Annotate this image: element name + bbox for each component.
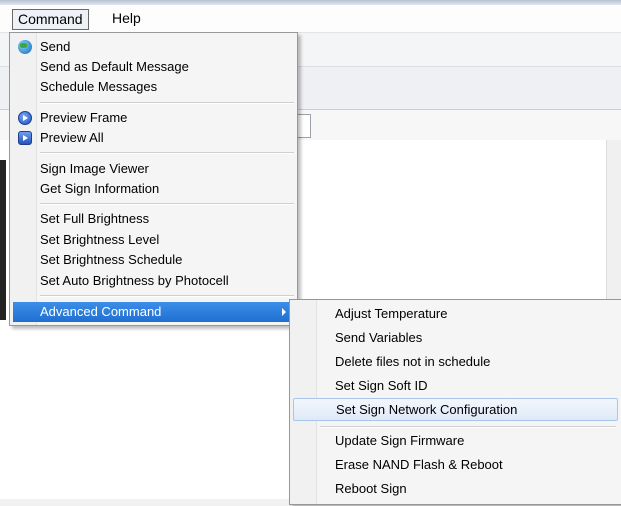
menu-item-preview-frame[interactable]: Preview Frame: [12, 108, 295, 128]
submenu-item-set-soft-id[interactable]: Set Sign Soft ID: [292, 375, 618, 397]
menu-separator: [40, 102, 294, 104]
menu-item-auto-brightness[interactable]: Set Auto Brightness by Photocell: [12, 271, 295, 291]
menubar: Command Help: [0, 6, 621, 33]
menu-item-label: Preview Frame: [40, 110, 128, 125]
menu-item-send[interactable]: Send: [12, 37, 295, 57]
menu-item-label: Send Variables: [335, 330, 423, 345]
menu-item-label: Set Auto Brightness by Photocell: [40, 273, 229, 288]
menu-item-label: Advanced Command: [40, 304, 162, 319]
advanced-command-submenu: Adjust Temperature Send Variables Delete…: [289, 299, 621, 505]
menu-item-label: Delete files not in schedule: [335, 354, 491, 369]
menu-item-label: Get Sign Information: [40, 181, 160, 196]
menu-item-send-default[interactable]: Send as Default Message: [12, 57, 295, 77]
left-panel-edge: [0, 160, 6, 320]
menu-item-label: Send as Default Message: [40, 59, 189, 74]
menu-item-label: Schedule Messages: [40, 79, 158, 94]
submenu-item-reboot-sign[interactable]: Reboot Sign: [292, 478, 618, 500]
submenu-arrow-icon: [282, 308, 286, 316]
menu-item-preview-all[interactable]: Preview All: [12, 128, 295, 148]
play-icon: [18, 111, 32, 125]
menu-item-label: Set Brightness Schedule: [40, 252, 183, 267]
menu-item-label: Adjust Temperature: [335, 306, 448, 321]
menu-item-label: Send: [40, 39, 71, 54]
menu-command[interactable]: Command: [12, 9, 89, 30]
menu-item-sign-image-viewer[interactable]: Sign Image Viewer: [12, 159, 295, 179]
menu-separator: [40, 295, 294, 297]
menu-item-label: Sign Image Viewer: [40, 161, 149, 176]
submenu-item-erase-nand[interactable]: Erase NAND Flash & Reboot: [292, 454, 618, 476]
menu-help[interactable]: Help: [107, 9, 146, 28]
menu-separator: [40, 152, 294, 154]
menu-item-label: Erase NAND Flash & Reboot: [335, 457, 503, 472]
menu-separator: [40, 203, 294, 205]
menu-item-label: Reboot Sign: [335, 481, 407, 496]
menu-item-label: Set Brightness Level: [40, 232, 160, 247]
menu-item-brightness-schedule[interactable]: Set Brightness Schedule: [12, 250, 295, 270]
menu-item-full-brightness[interactable]: Set Full Brightness: [12, 209, 295, 229]
submenu-item-network-config[interactable]: Set Sign Network Configuration: [293, 398, 618, 421]
menu-item-label: Update Sign Firmware: [335, 433, 465, 448]
menu-item-label: Set Sign Network Configuration: [336, 402, 518, 417]
submenu-item-delete-files[interactable]: Delete files not in schedule: [292, 351, 618, 373]
globe-icon: [18, 40, 32, 54]
submenu-item-send-variables[interactable]: Send Variables: [292, 327, 618, 349]
command-menu: Send Send as Default Message Schedule Me…: [9, 32, 298, 326]
menu-item-label: Set Sign Soft ID: [335, 378, 428, 393]
submenu-item-adjust-temperature[interactable]: Adjust Temperature: [292, 303, 618, 325]
play-square-icon: [18, 131, 32, 145]
submenu-item-update-firmware[interactable]: Update Sign Firmware: [292, 430, 618, 452]
menu-item-label: Preview All: [40, 130, 104, 145]
menu-item-advanced-command[interactable]: Advanced Command: [13, 302, 294, 322]
menu-item-brightness-level[interactable]: Set Brightness Level: [12, 230, 295, 250]
menu-separator: [320, 426, 616, 428]
window-top-border: [0, 0, 621, 5]
menu-item-label: Set Full Brightness: [40, 211, 150, 226]
menu-item-schedule-messages[interactable]: Schedule Messages: [12, 77, 295, 97]
menu-item-get-sign-info[interactable]: Get Sign Information: [12, 179, 295, 199]
